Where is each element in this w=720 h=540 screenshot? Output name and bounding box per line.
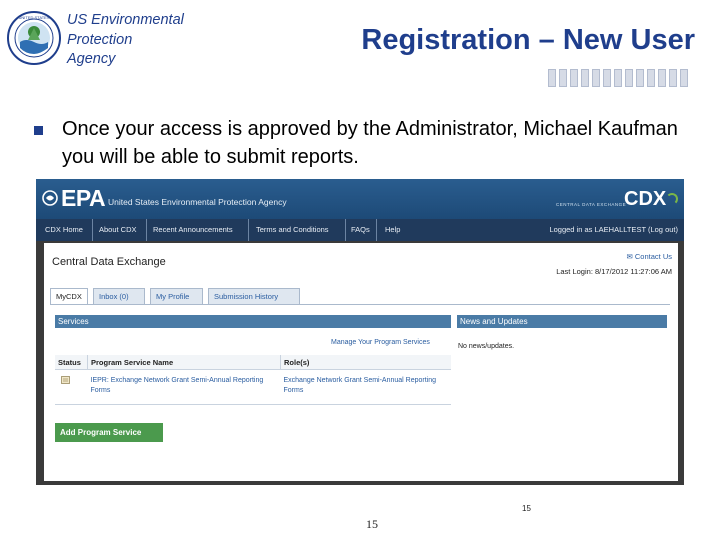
nav-recent-announcements[interactable]: Recent Announcements	[153, 219, 249, 241]
banner-cdx-subtitle: CENTRAL DATA EXCHANGE	[556, 202, 627, 207]
column-header-status: Status	[55, 355, 88, 370]
svg-text:UNITED STATES: UNITED STATES	[19, 15, 50, 20]
table-row[interactable]: IEPR: Exchange Network Grant Semi-Annual…	[55, 370, 451, 399]
nav-cdx-home[interactable]: CDX Home	[45, 219, 93, 241]
envelope-icon: ✉	[626, 252, 633, 261]
slide-page-number: 15	[366, 517, 378, 531]
tab-divider	[50, 304, 670, 305]
add-program-service-button[interactable]: Add Program Service	[55, 423, 163, 442]
cdx-swoosh-icon	[666, 193, 678, 205]
epa-seal-logo: UNITED STATES	[7, 11, 61, 65]
contact-us-link[interactable]: ✉ Contact Us	[627, 252, 673, 261]
column-header-program-service-name: Program Service Name	[87, 355, 281, 370]
slide-title: Registration – New User	[361, 24, 695, 56]
contact-us-label: Contact Us	[634, 252, 672, 261]
nav-faqs[interactable]: FAQs	[351, 219, 377, 241]
tab-mycdx[interactable]: MyCDX	[50, 288, 88, 305]
program-service-role[interactable]: Exchange Network Grant Semi-Annual Repor…	[281, 370, 452, 399]
news-header: News and Updates	[457, 315, 667, 328]
epa-flower-icon	[42, 190, 58, 206]
bullet-text: Once your access is approved by the Admi…	[62, 118, 678, 168]
document-status-icon[interactable]	[61, 376, 70, 384]
tab-my-profile[interactable]: My Profile	[150, 288, 203, 304]
status-cell	[55, 370, 88, 399]
login-status[interactable]: Logged in as LAEHALLTEST (Log out)	[549, 219, 678, 241]
column-header-roles: Role(s)	[280, 355, 451, 370]
last-login: Last Login: 8/17/2012 11:27:06 AM	[556, 267, 672, 276]
no-news-text: No news/updates.	[458, 343, 515, 350]
services-header: Services	[55, 315, 451, 328]
cdx-page: Central Data Exchange ✉ Contact Us Last …	[44, 243, 678, 481]
cdx-nav-bar: CDX Home About CDX Recent Announcements …	[36, 219, 684, 241]
program-service-name[interactable]: IEPR: Exchange Network Grant Semi-Annual…	[88, 370, 281, 399]
tab-submission-history[interactable]: Submission History	[208, 288, 300, 304]
banner-agency: United States Environmental Protection A…	[108, 197, 287, 207]
cdx-screenshot: EPA United States Environmental Protecti…	[36, 179, 684, 485]
nav-terms-and-conditions[interactable]: Terms and Conditions	[256, 219, 346, 241]
agency-name: US Environmental Protection Agency	[67, 12, 184, 67]
screenshot-page-number: 15	[522, 504, 531, 513]
services-table: Status Program Service Name Role(s) IEPR…	[55, 355, 451, 398]
cdx-logo: CDX	[624, 188, 667, 210]
tab-inbox[interactable]: Inbox (0)	[93, 288, 145, 304]
epa-logo: EPA	[42, 183, 106, 213]
nav-about-cdx[interactable]: About CDX	[99, 219, 147, 241]
epa-logo-text: EPA	[61, 184, 106, 211]
nav-help[interactable]: Help	[385, 219, 409, 241]
bullet-marker	[34, 126, 43, 135]
cdx-page-title: Central Data Exchange	[52, 256, 166, 268]
table-divider	[55, 404, 451, 405]
manage-program-services-link[interactable]: Manage Your Program Services	[331, 339, 430, 346]
cdx-banner: EPA United States Environmental Protecti…	[36, 179, 684, 219]
